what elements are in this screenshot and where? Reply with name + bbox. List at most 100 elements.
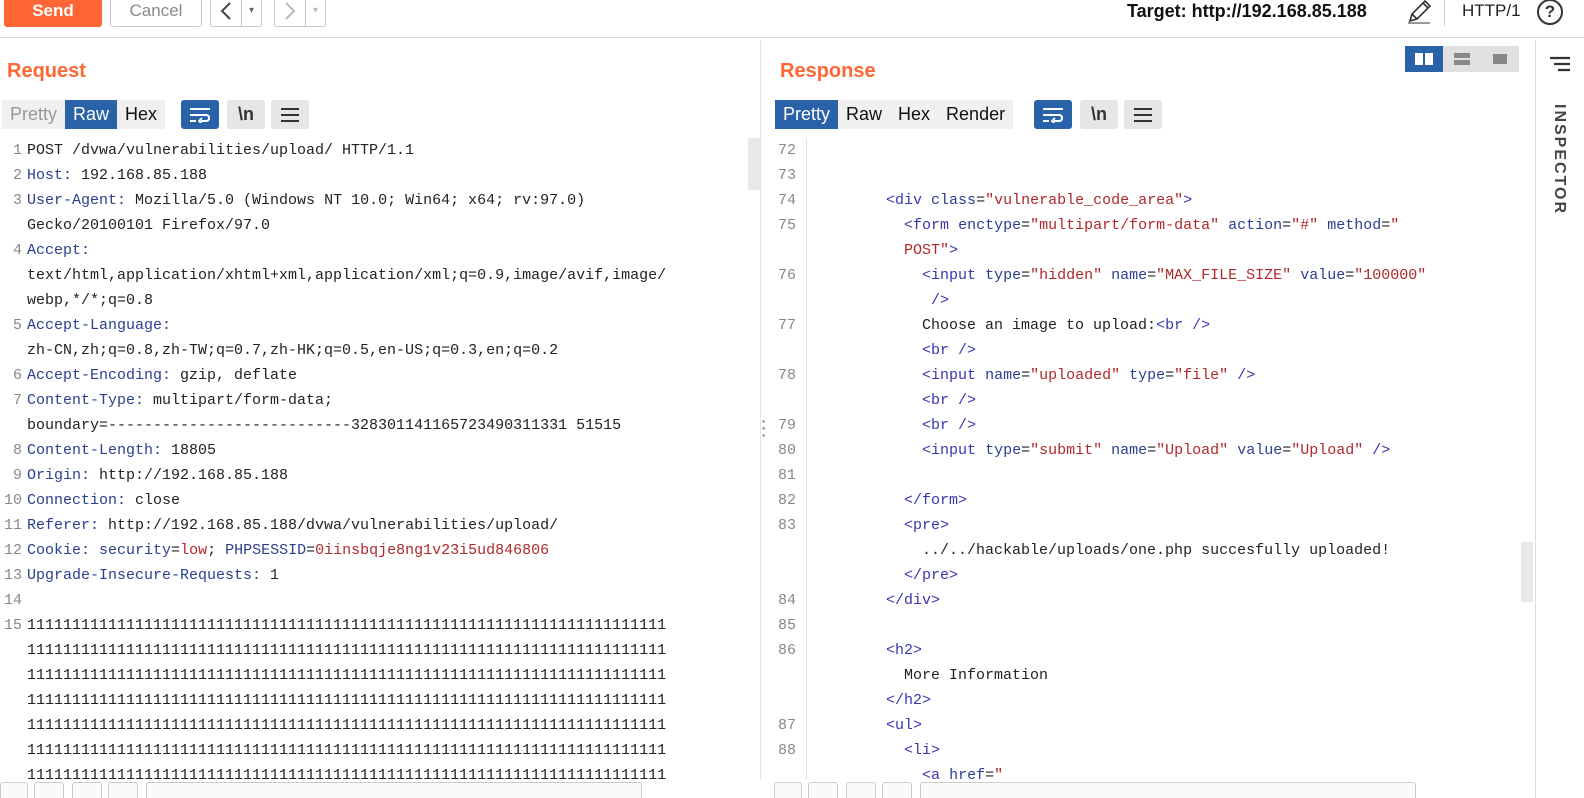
response-token: <ul> (886, 717, 923, 734)
request-wrap-button[interactable] (181, 100, 219, 129)
request-editor[interactable]: 1 POST /dvwa/vulnerabilities/upload/ HTTP… (0, 138, 748, 780)
response-editor[interactable]: 72 73 74 <div class="vulnerable_code_area"… (774, 138, 1522, 780)
response-scrollbar[interactable] (1521, 542, 1533, 602)
response-token: "file" (1174, 367, 1229, 384)
request-tab-pretty[interactable]: Pretty (2, 100, 66, 129)
response-tab-render[interactable]: Render (938, 100, 1014, 129)
response-line: <br /> (774, 338, 1522, 363)
response-token (796, 517, 904, 534)
response-token: <pre> (904, 517, 950, 534)
back-dropdown-button[interactable]: ▾ (241, 0, 261, 26)
response-token: = (1282, 217, 1292, 234)
back-button[interactable] (211, 0, 241, 26)
response-search-settings-button[interactable] (808, 782, 838, 798)
request-token: = (306, 542, 316, 559)
send-button[interactable]: Send (4, 0, 102, 27)
response-line-number: 77 (777, 317, 796, 334)
request-line-number (0, 713, 22, 738)
response-line-number (774, 763, 796, 780)
request-line-number: 5 (12, 317, 22, 334)
response-token: </pre> (904, 567, 959, 584)
pencil-icon[interactable] (1404, 0, 1434, 25)
request-search-input[interactable] (146, 782, 642, 798)
toolbar-separator (1444, 0, 1445, 26)
response-token (1291, 267, 1300, 284)
protocol-selector[interactable]: HTTP/1 (1462, 1, 1521, 21)
response-token: = (1021, 217, 1031, 234)
response-line-number: 75 (777, 217, 796, 234)
request-search-forward-button[interactable] (108, 782, 138, 798)
response-tab-pretty[interactable]: Pretty (775, 100, 839, 129)
request-line-text: 1111111111111111111111111111111111111111… (22, 738, 666, 763)
request-search-help-button[interactable] (0, 782, 28, 798)
response-line: 80 <input type="submit" name="Upload" va… (774, 438, 1522, 463)
request-newline-button[interactable]: \n (227, 100, 265, 129)
request-scrollbar[interactable] (748, 138, 760, 190)
request-line-number: 11 (3, 517, 22, 534)
response-token (796, 417, 922, 434)
splitter-grip-icon[interactable]: · · · (761, 414, 767, 442)
request-token: Content-Length: (27, 442, 163, 459)
request-tab-hex[interactable]: Hex (117, 100, 166, 129)
request-tab-raw[interactable]: Raw (65, 100, 118, 129)
forward-button[interactable] (275, 0, 305, 26)
response-line-number: 88 (777, 742, 796, 759)
newline-icon: \n (238, 104, 254, 124)
request-line-text: Cookie: security=low; PHPSESSID=0iinsbqj… (22, 538, 549, 563)
inspector-menu-button[interactable] (1548, 56, 1572, 77)
response-line-number: 78 (777, 367, 796, 384)
response-search-forward-button[interactable] (882, 782, 912, 798)
request-line: 1 POST /dvwa/vulnerabilities/upload/ HTTP… (0, 138, 748, 163)
back-nav-group: ▾ (210, 0, 262, 27)
request-line-number (0, 638, 22, 663)
response-line: 85 (774, 613, 1522, 638)
request-line: 3 User-Agent: Mozilla/5.0 (Windows NT 10.… (0, 188, 748, 213)
response-token (796, 392, 922, 409)
pane-splitter[interactable] (760, 40, 766, 780)
response-tab-hex[interactable]: Hex (890, 100, 939, 129)
cancel-button[interactable]: Cancel (110, 0, 202, 27)
response-token (796, 692, 886, 709)
layout-single-button[interactable] (1481, 46, 1519, 72)
request-token: PHPSESSID (225, 542, 307, 559)
response-search-help-button[interactable] (774, 782, 802, 798)
response-menu-button[interactable] (1124, 100, 1162, 129)
forward-dropdown-button[interactable]: ▾ (305, 0, 325, 26)
response-wrap-button[interactable] (1034, 100, 1072, 129)
response-token: <div (886, 192, 923, 209)
response-gutter-border (806, 138, 807, 780)
request-line-text: Referer: http://192.168.85.188/dvwa/vuln… (22, 513, 558, 538)
response-token (1102, 267, 1111, 284)
response-tab-raw[interactable]: Raw (838, 100, 891, 129)
response-token: "Upload" (1291, 442, 1364, 459)
request-search-back-button[interactable] (72, 782, 102, 798)
response-newline-button[interactable]: \n (1080, 100, 1118, 129)
response-token: name (985, 367, 1022, 384)
response-line-text: <form enctype="multipart/form-data" acti… (796, 213, 1399, 238)
response-token (796, 242, 904, 259)
request-line-number: 8 (12, 442, 22, 459)
layout-split-button[interactable] (1405, 46, 1443, 72)
request-line-text: Content-Type: multipart/form-data; (22, 388, 333, 413)
request-line-text: Accept: (22, 238, 90, 263)
request-search-settings-button[interactable] (34, 782, 64, 798)
request-line: webp,*/*;q=0.8 (0, 288, 748, 313)
response-token: = (1021, 267, 1031, 284)
request-line-number: 10 (3, 492, 22, 509)
request-menu-button[interactable] (271, 100, 309, 129)
inspector-label[interactable]: INSPECTOR (1550, 104, 1568, 215)
response-token (796, 192, 886, 209)
response-token: method (1327, 217, 1382, 234)
request-token (90, 542, 99, 559)
response-search-input[interactable] (920, 782, 1416, 798)
help-icon[interactable]: ? (1537, 0, 1563, 25)
response-line-number (774, 238, 796, 263)
request-line-text: POST /dvwa/vulnerabilities/upload/ HTTP/… (22, 138, 414, 163)
layout-rows-button[interactable] (1443, 46, 1481, 72)
response-line-text: </h2> (796, 688, 931, 713)
response-title: Response (780, 60, 876, 82)
response-line-text: <pre> (796, 513, 949, 538)
response-token (796, 292, 931, 309)
response-search-back-button[interactable] (846, 782, 876, 798)
layout-rows-icon (1454, 53, 1470, 65)
